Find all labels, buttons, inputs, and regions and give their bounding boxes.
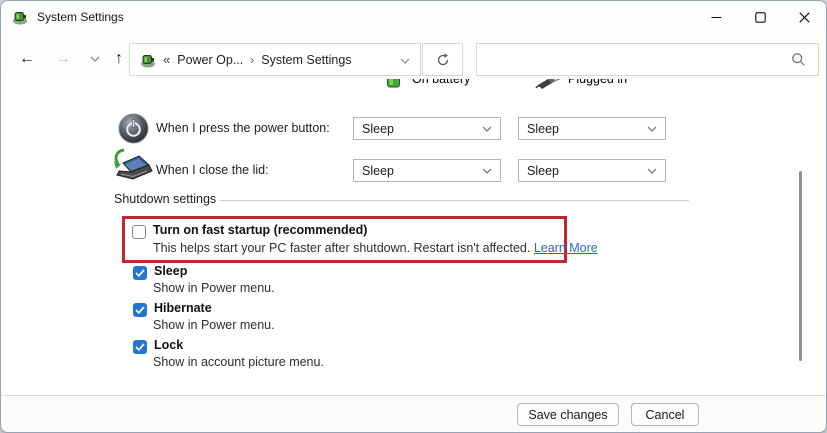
save-changes-button[interactable]: Save changes (517, 403, 619, 426)
hibernate-description: Show in Power menu. (153, 318, 275, 332)
group-separator-line (220, 200, 689, 201)
settings-content: On battery Plugged in When I press the p… (1, 79, 826, 395)
column-header-on-battery: On battery (412, 79, 471, 86)
close-lid-row-label: When I close the lid: (156, 163, 269, 177)
system-settings-window: System Settings ← → ↑ « Power Op... › Sy… (0, 0, 827, 433)
laptop-lid-icon (114, 148, 153, 180)
power-options-icon (13, 12, 27, 25)
refresh-button[interactable] (422, 43, 463, 76)
sleep-description: Show in Power menu. (153, 281, 275, 295)
search-box (476, 43, 819, 76)
breadcrumb-overflow-chevron[interactable]: « (163, 52, 170, 67)
hibernate-checkbox[interactable] (133, 303, 147, 317)
learn-more-link[interactable]: Learn More (534, 241, 598, 255)
address-bar[interactable]: « Power Op... › System Settings (129, 43, 421, 76)
vertical-scrollbar-thumb[interactable] (799, 171, 802, 361)
dialog-footer: Save changes Cancel (1, 395, 826, 432)
search-icon (792, 53, 805, 66)
chevron-down-icon (647, 126, 657, 132)
power-options-icon (141, 54, 155, 67)
checkmark-icon (135, 269, 145, 277)
column-header-plugged-in: Plugged in (568, 79, 628, 86)
sleep-checkbox[interactable] (133, 266, 147, 280)
breadcrumb-item-power-options[interactable]: Power Op... (177, 53, 243, 67)
fast-startup-description: This helps start your PC faster after sh… (153, 241, 598, 255)
fast-startup-checkbox[interactable] (132, 225, 146, 239)
lock-label[interactable]: Lock (154, 338, 183, 352)
refresh-icon (437, 53, 448, 65)
combo-value: Sleep (527, 121, 559, 136)
plug-icon (535, 79, 561, 89)
combo-value: Sleep (362, 163, 394, 178)
minimize-button[interactable] (694, 1, 738, 33)
breadcrumb-separator: › (250, 52, 255, 67)
hibernate-label[interactable]: Hibernate (154, 301, 212, 315)
power-button-plugged-in-select[interactable]: Sleep (518, 117, 666, 140)
search-input[interactable] (485, 44, 785, 75)
combo-value: Sleep (527, 163, 559, 178)
close-lid-on-battery-select[interactable]: Sleep (353, 159, 501, 182)
address-dropdown-button[interactable] (400, 53, 410, 67)
maximize-button[interactable] (738, 1, 782, 33)
sleep-label[interactable]: Sleep (154, 264, 187, 278)
chevron-down-icon (482, 168, 492, 174)
fast-startup-description-text: This helps start your PC faster after sh… (153, 241, 531, 255)
minimize-icon (711, 16, 721, 18)
chevron-down-icon (400, 58, 410, 64)
power-button-icon (118, 113, 149, 144)
combo-value: Sleep (362, 121, 394, 136)
shutdown-settings-group-label: Shutdown settings (114, 192, 217, 206)
maximize-icon (754, 11, 766, 23)
fast-startup-label[interactable]: Turn on fast startup (recommended) (153, 223, 367, 237)
cancel-button[interactable]: Cancel (631, 403, 699, 426)
chevron-down-icon (482, 126, 492, 132)
close-icon (798, 11, 810, 23)
window-title: System Settings (37, 10, 124, 24)
title-bar: System Settings (1, 1, 826, 33)
battery-icon (387, 79, 400, 88)
close-button[interactable] (782, 1, 826, 33)
close-lid-plugged-in-select[interactable]: Sleep (518, 159, 666, 182)
checkmark-icon (135, 306, 145, 314)
lock-checkbox[interactable] (133, 340, 147, 354)
power-button-on-battery-select[interactable]: Sleep (353, 117, 501, 140)
power-button-row-label: When I press the power button: (156, 121, 330, 135)
lock-description: Show in account picture menu. (153, 355, 324, 369)
breadcrumb-item-current[interactable]: System Settings (261, 53, 351, 67)
window-controls (694, 1, 826, 33)
checkmark-icon (135, 343, 145, 351)
chevron-down-icon (647, 168, 657, 174)
